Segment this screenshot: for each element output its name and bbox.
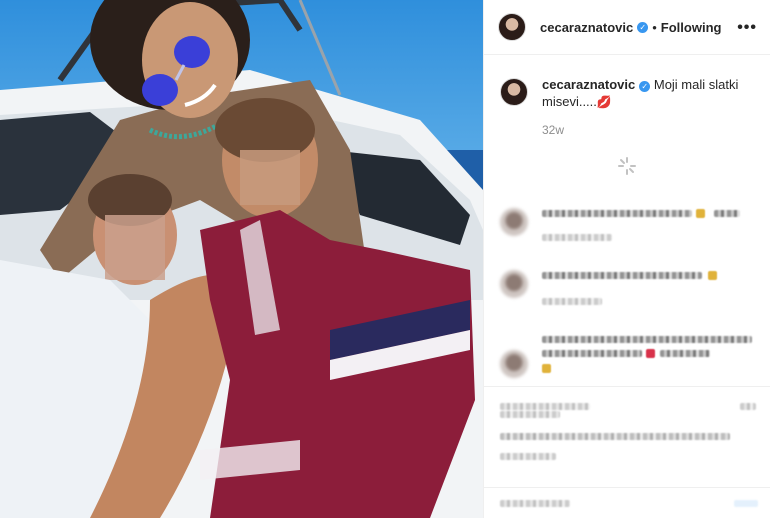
caption-verified-badge-icon: ✓ bbox=[639, 81, 651, 92]
comment-text-blurred bbox=[542, 210, 692, 217]
comment-emoji-icon bbox=[708, 271, 717, 280]
comment-text-blurred bbox=[542, 350, 642, 357]
add-comment-placeholder-blurred[interactable] bbox=[500, 500, 570, 507]
caption-username[interactable]: cecaraznatovic bbox=[542, 77, 635, 92]
instagram-post: cecaraznatovic ✓ • Following ••• cecaraz… bbox=[0, 0, 770, 518]
following-button[interactable]: Following bbox=[661, 20, 722, 35]
comment-item bbox=[500, 208, 762, 258]
comment-avatar-icon[interactable] bbox=[500, 208, 528, 236]
comment-text-blurred bbox=[660, 350, 710, 357]
likes-count-blurred bbox=[500, 411, 560, 418]
post-button-blurred[interactable] bbox=[734, 500, 758, 507]
verified-badge-icon: ✓ bbox=[637, 21, 649, 33]
post-photo[interactable] bbox=[0, 0, 483, 518]
kiss-emoji-icon: 💋 bbox=[596, 95, 612, 109]
comment-emoji-icon bbox=[542, 364, 551, 373]
more-options-icon[interactable]: ••• bbox=[737, 19, 757, 37]
comment-emoji-icon bbox=[696, 209, 705, 218]
loading-spinner-icon bbox=[618, 157, 636, 175]
comment-emoji-icon bbox=[646, 349, 655, 358]
comment-text-blurred bbox=[714, 210, 740, 217]
liked-by-blurred bbox=[500, 433, 730, 440]
post-date-blurred bbox=[500, 453, 556, 460]
comment-text-blurred bbox=[542, 336, 752, 343]
post-side-panel: cecaraznatovic ✓ • Following ••• cecaraz… bbox=[483, 0, 770, 518]
header-username[interactable]: cecaraznatovic bbox=[540, 20, 633, 35]
comment-item bbox=[500, 270, 762, 320]
caption: cecaraznatovic ✓ Moji mali slatki misevi.… bbox=[500, 76, 760, 111]
comment-meta-blurred bbox=[542, 298, 602, 305]
caption-text-block: cecaraznatovic ✓ Moji mali slatki misevi.… bbox=[542, 76, 742, 111]
comment-avatar-icon[interactable] bbox=[500, 270, 528, 298]
post-timestamp[interactable]: 32w bbox=[542, 123, 564, 137]
action-icons-blurred[interactable] bbox=[500, 403, 590, 410]
add-comment-bar[interactable] bbox=[484, 487, 770, 519]
avatar-icon[interactable] bbox=[498, 13, 526, 41]
post-header: cecaraznatovic ✓ • Following ••• bbox=[484, 0, 770, 55]
post-photo-illustration bbox=[0, 0, 483, 518]
header-separator: • bbox=[652, 19, 657, 35]
post-footer bbox=[484, 386, 770, 518]
comment-text-blurred bbox=[542, 272, 702, 279]
comment-avatar-icon[interactable] bbox=[500, 350, 528, 378]
comment-meta-blurred bbox=[542, 234, 612, 241]
caption-avatar-icon[interactable] bbox=[500, 78, 528, 106]
save-icon-blurred[interactable] bbox=[740, 403, 756, 410]
comment-item bbox=[500, 334, 762, 384]
